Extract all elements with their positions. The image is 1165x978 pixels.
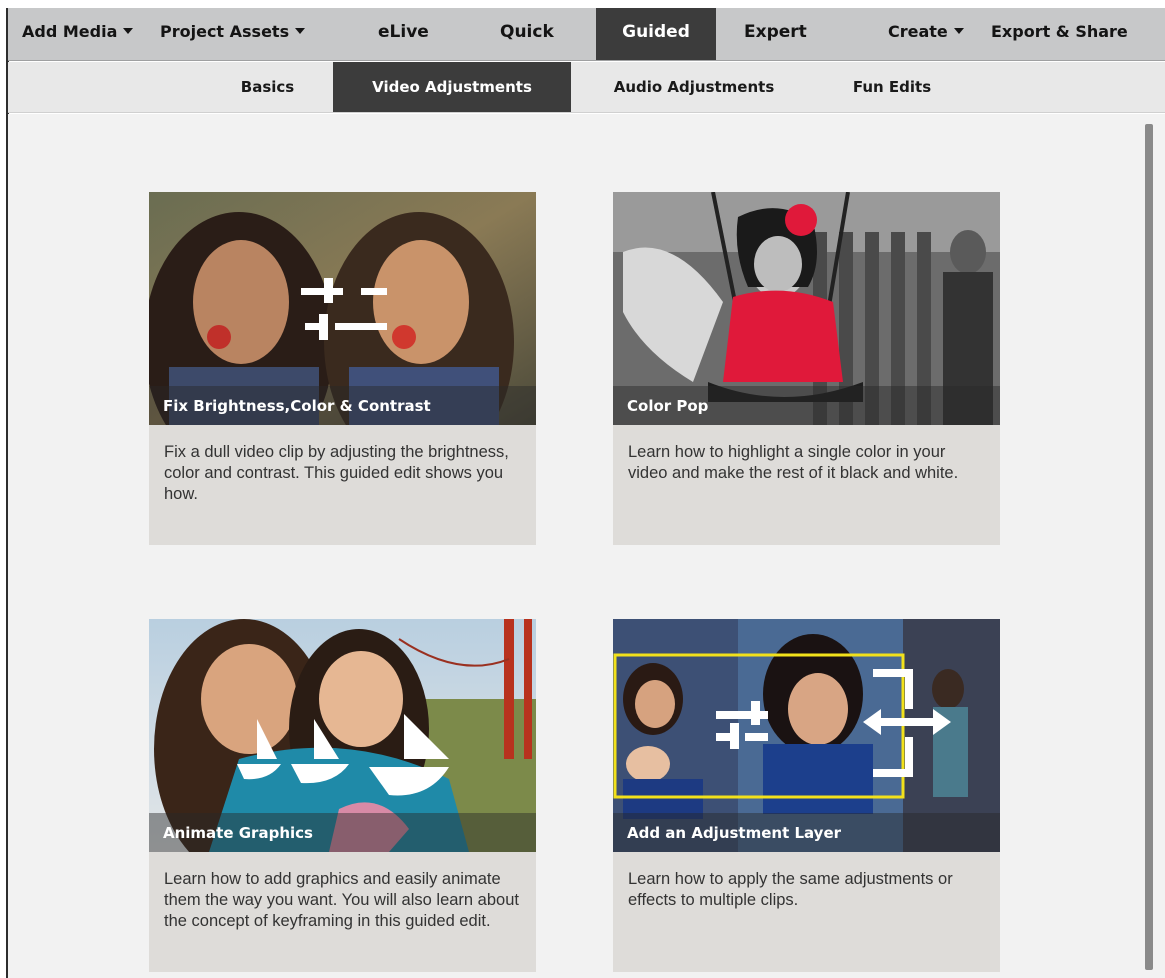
tab-expert-label: Expert (744, 22, 807, 42)
vertical-scrollbar[interactable] (1145, 124, 1153, 970)
window-left-edge (0, 0, 9, 978)
project-assets-menu[interactable]: Project Assets (160, 8, 306, 60)
create-menu[interactable]: Create (888, 8, 964, 60)
tab-elive-label: eLive (378, 22, 429, 42)
tab-basics[interactable]: Basics (212, 62, 323, 112)
card-title: Color Pop (627, 397, 709, 415)
tab-guided[interactable]: Guided (596, 8, 716, 60)
top-menu-bar: Add Media Project Assets eLive Quick Gui… (8, 8, 1165, 61)
tab-video-adjustments[interactable]: Video Adjustments (333, 62, 571, 112)
tab-expert[interactable]: Expert (744, 8, 807, 60)
tab-fun-edits[interactable]: Fun Edits (838, 62, 946, 112)
tab-video-adjustments-label: Video Adjustments (372, 78, 532, 96)
card-description: Fix a dull video clip by adjusting the b… (164, 443, 509, 503)
create-label: Create (888, 22, 948, 41)
card-title: Add an Adjustment Layer (627, 824, 842, 842)
project-assets-label: Project Assets (160, 22, 290, 41)
tab-audio-adjustments-label: Audio Adjustments (613, 78, 775, 96)
card-thumbnail (613, 619, 1000, 852)
add-media-menu[interactable]: Add Media (22, 8, 134, 60)
guided-edit-card-fix-brightness[interactable]: Fix Brightness,Color & Contrast Fix a du… (149, 192, 536, 545)
card-title: Fix Brightness,Color & Contrast (163, 397, 431, 415)
card-thumbnail (149, 619, 536, 852)
tab-quick[interactable]: Quick (500, 8, 554, 60)
export-share-label: Export & Share (991, 22, 1128, 41)
card-description: Learn how to apply the same adjustments … (628, 870, 953, 909)
card-thumbnail (613, 192, 1000, 425)
card-title: Animate Graphics (163, 824, 313, 842)
chevron-down-icon (123, 27, 134, 34)
chevron-down-icon (953, 27, 964, 34)
tab-fun-edits-label: Fun Edits (852, 78, 932, 96)
chevron-down-icon (295, 27, 306, 34)
guided-edit-card-adjustment-layer[interactable]: Add an Adjustment Layer Learn how to app… (613, 619, 1000, 972)
tab-elive[interactable]: eLive (378, 8, 429, 60)
tab-audio-adjustments[interactable]: Audio Adjustments (596, 62, 792, 112)
guided-edit-card-animate-graphics[interactable]: Animate Graphics Learn how to add graphi… (149, 619, 536, 972)
card-thumbnail (149, 192, 536, 425)
guided-category-tabs: Basics Video Adjustments Audio Adjustmen… (8, 62, 1165, 113)
guided-edit-card-color-pop[interactable]: Color Pop Learn how to highlight a singl… (613, 192, 1000, 545)
add-media-label: Add Media (22, 22, 118, 41)
card-description: Learn how to highlight a single color in… (628, 443, 959, 482)
card-description: Learn how to add graphics and easily ani… (164, 870, 519, 930)
tab-guided-label: Guided (622, 22, 690, 42)
export-share-menu[interactable]: Export & Share (991, 8, 1128, 60)
tab-quick-label: Quick (500, 22, 554, 42)
tab-basics-label: Basics (240, 78, 295, 96)
